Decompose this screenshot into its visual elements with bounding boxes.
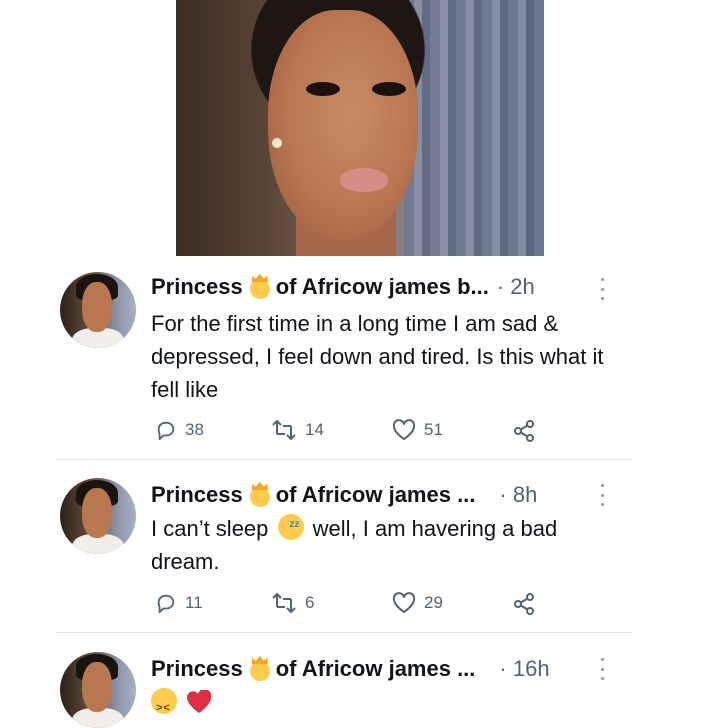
share-button[interactable] bbox=[512, 419, 536, 443]
display-name-suffix[interactable]: of Africow james b... bbox=[276, 274, 489, 300]
retweet-button[interactable]: 14 bbox=[271, 419, 324, 441]
more-icon[interactable] bbox=[598, 484, 606, 506]
photo-earring bbox=[272, 138, 282, 148]
tweet-media-image[interactable] bbox=[176, 0, 544, 256]
share-button[interactable] bbox=[512, 592, 536, 616]
reply-button[interactable]: 38 bbox=[155, 419, 204, 441]
more-icon[interactable] bbox=[598, 658, 606, 680]
tweet-actions: 38 14 51 bbox=[0, 419, 720, 443]
display-name[interactable]: Princess bbox=[151, 274, 243, 300]
heart-icon bbox=[392, 592, 416, 613]
tweet-text-part-1: I can’t sleep bbox=[151, 516, 269, 541]
reply-icon bbox=[157, 594, 175, 614]
photo-eye-left bbox=[306, 82, 340, 96]
reply-count: 11 bbox=[185, 593, 203, 612]
tweet-actions: 11 6 29 bbox=[0, 592, 720, 616]
display-name[interactable]: Princess bbox=[151, 656, 243, 682]
confounded-face-emoji bbox=[151, 688, 177, 725]
tweet-time[interactable]: · 2h bbox=[497, 274, 535, 300]
like-button[interactable]: 29 bbox=[392, 592, 443, 614]
like-count: 29 bbox=[424, 593, 443, 612]
reply-button[interactable]: 11 bbox=[155, 592, 203, 614]
retweet-count: 14 bbox=[305, 420, 324, 439]
princess-emoji bbox=[247, 274, 273, 300]
tweet-time[interactable]: · 8h bbox=[499, 482, 537, 508]
tweet-text bbox=[151, 686, 621, 725]
retweet-icon bbox=[272, 419, 296, 441]
photo-lips bbox=[340, 168, 388, 192]
tweet-header: Princess of Africow james ... · 16h bbox=[151, 656, 550, 682]
more-icon[interactable] bbox=[598, 278, 606, 300]
heart-icon bbox=[392, 419, 416, 440]
broken-heart-emoji bbox=[187, 690, 212, 713]
tweet-header: Princess of Africow james b... · 2h bbox=[151, 274, 535, 300]
princess-emoji bbox=[247, 656, 273, 682]
tweet-text: For the first time in a long time I am s… bbox=[151, 311, 604, 402]
photo-face bbox=[268, 10, 418, 240]
retweet-count: 6 bbox=[305, 593, 315, 612]
avatar[interactable] bbox=[60, 652, 136, 728]
tweet-text: I can’t sleep well, I am havering a bad … bbox=[151, 508, 621, 578]
like-count: 51 bbox=[424, 420, 443, 439]
retweet-icon bbox=[272, 592, 296, 614]
tweet-divider bbox=[56, 632, 632, 633]
reply-count: 38 bbox=[185, 420, 204, 439]
avatar[interactable] bbox=[60, 272, 136, 348]
princess-emoji bbox=[247, 482, 273, 508]
photo-eye-right bbox=[372, 82, 406, 96]
tweet-header: Princess of Africow james ... · 8h bbox=[151, 482, 537, 508]
sleeping-face-emoji bbox=[277, 508, 304, 541]
retweet-button[interactable]: 6 bbox=[271, 592, 314, 614]
display-name[interactable]: Princess bbox=[151, 482, 243, 508]
display-name-suffix[interactable]: of Africow james ... bbox=[276, 656, 476, 682]
like-button[interactable]: 51 bbox=[392, 419, 443, 441]
tweet-time[interactable]: · 16h bbox=[499, 656, 549, 682]
display-name-suffix[interactable]: of Africow james ... bbox=[276, 482, 476, 508]
tweet-divider bbox=[56, 459, 632, 460]
reply-icon bbox=[157, 421, 175, 441]
share-icon bbox=[514, 420, 534, 442]
avatar[interactable] bbox=[60, 478, 136, 554]
share-icon bbox=[514, 593, 534, 615]
